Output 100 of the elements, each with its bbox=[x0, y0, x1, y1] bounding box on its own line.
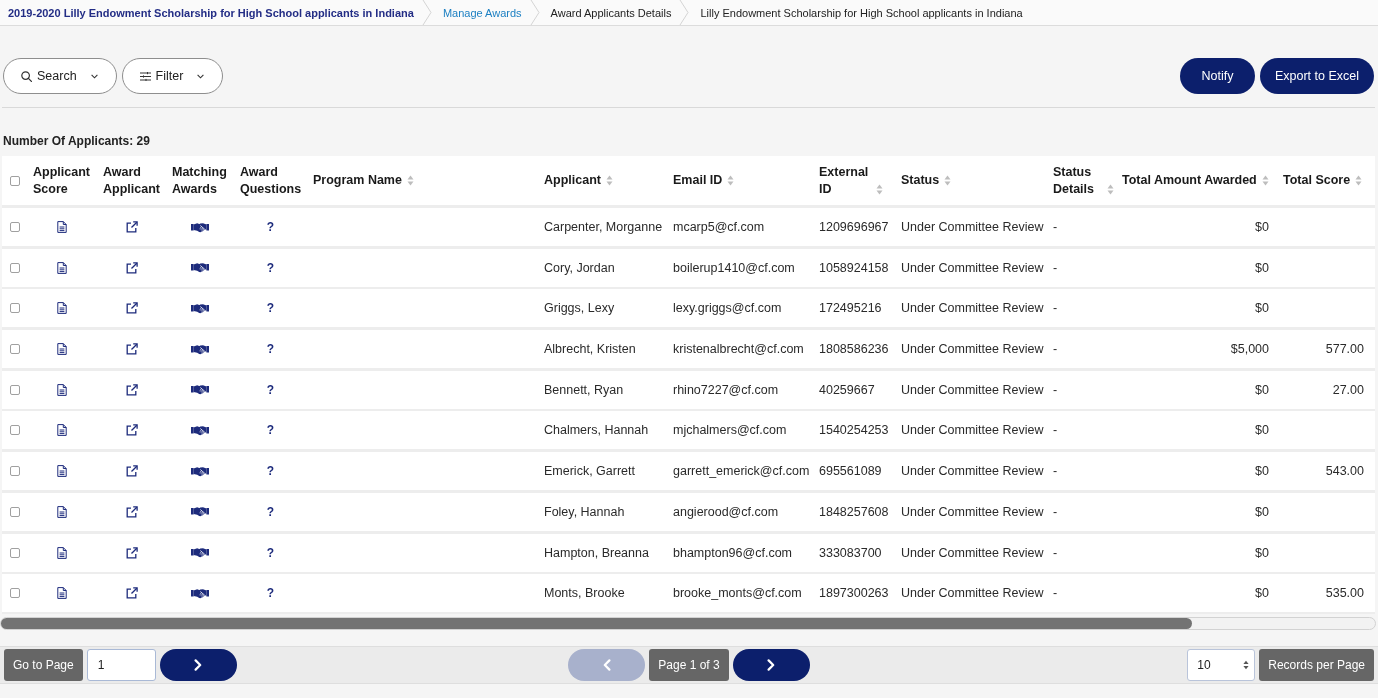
table-cell-text: Bennett, Ryan bbox=[543, 381, 625, 399]
handshake-icon[interactable] bbox=[191, 302, 209, 314]
external-link-icon[interactable] bbox=[125, 424, 138, 437]
breadcrumb-link[interactable]: 2019-2020 Lilly Endowment Scholarship for High School applicants in Indiana bbox=[8, 6, 414, 19]
table-cell-text: Monts, Brooke bbox=[543, 585, 626, 603]
table-cell-text: - bbox=[1052, 544, 1059, 562]
handshake-icon[interactable] bbox=[191, 384, 209, 396]
document-icon[interactable] bbox=[57, 546, 67, 559]
question-mark-link[interactable]: ? bbox=[266, 586, 275, 601]
row-checkbox[interactable] bbox=[10, 466, 20, 477]
go-button[interactable] bbox=[159, 649, 237, 682]
document-icon[interactable] bbox=[57, 221, 67, 233]
table-cell-text: $0 bbox=[1254, 259, 1270, 277]
next-page-button[interactable] bbox=[732, 649, 810, 682]
row-checkbox[interactable] bbox=[10, 588, 20, 599]
document-icon[interactable] bbox=[57, 587, 67, 600]
table-cell-text: 577.00 bbox=[1324, 341, 1365, 359]
question-mark-link[interactable]: ? bbox=[266, 260, 275, 275]
external-link-icon[interactable] bbox=[125, 587, 138, 600]
table-cell-text: Under Committee Review bbox=[900, 341, 1045, 359]
document-icon[interactable] bbox=[57, 424, 67, 437]
column-header: Applicant Score bbox=[33, 163, 91, 198]
table-cell-text: - bbox=[1052, 341, 1059, 359]
question-mark-link[interactable]: ? bbox=[266, 382, 275, 397]
question-mark-link[interactable]: ? bbox=[266, 504, 275, 519]
document-icon[interactable] bbox=[57, 343, 67, 356]
external-link-icon[interactable] bbox=[125, 546, 138, 559]
table-cell-text: angierood@cf.com bbox=[672, 503, 780, 521]
row-checkbox[interactable] bbox=[10, 425, 20, 436]
row-checkbox[interactable] bbox=[10, 547, 20, 558]
question-mark-link[interactable]: ? bbox=[266, 545, 275, 560]
column-header[interactable]: Status Details bbox=[1053, 163, 1102, 198]
handshake-icon[interactable] bbox=[191, 465, 209, 477]
column-header[interactable]: External ID bbox=[819, 163, 871, 198]
external-link-icon[interactable] bbox=[125, 343, 138, 356]
column-header[interactable]: Total Amount Awarded bbox=[1122, 172, 1257, 189]
external-link-icon[interactable] bbox=[125, 302, 138, 315]
document-icon[interactable] bbox=[57, 302, 67, 315]
records-per-page-select[interactable]: 10 bbox=[1187, 649, 1256, 682]
document-icon[interactable] bbox=[57, 261, 67, 274]
go-to-page-button[interactable]: Go to Page bbox=[4, 649, 83, 682]
table-cell-text: Under Committee Review bbox=[900, 259, 1045, 277]
table-cell-text: 1897300263 bbox=[818, 585, 890, 603]
handshake-icon[interactable] bbox=[191, 221, 209, 233]
external-link-icon[interactable] bbox=[125, 383, 138, 396]
row-checkbox[interactable] bbox=[10, 506, 20, 517]
table-cell-text: $0 bbox=[1254, 544, 1270, 562]
row-checkbox[interactable] bbox=[10, 303, 20, 314]
handshake-icon[interactable] bbox=[191, 506, 209, 518]
question-mark-link[interactable]: ? bbox=[266, 342, 275, 357]
table-cell-text: Griggs, Lexy bbox=[543, 300, 616, 318]
column-header[interactable]: Program Name bbox=[313, 172, 402, 189]
external-link-icon[interactable] bbox=[125, 505, 138, 518]
column-header[interactable]: Applicant bbox=[544, 172, 601, 189]
question-mark-link[interactable]: ? bbox=[266, 423, 275, 438]
row-checkbox[interactable] bbox=[10, 344, 20, 355]
handshake-icon[interactable] bbox=[191, 262, 209, 274]
table-cell-text: - bbox=[1052, 219, 1059, 236]
handshake-icon[interactable] bbox=[191, 424, 209, 436]
table-cell-text: Carpenter, Morganne bbox=[543, 219, 664, 236]
table-cell-text: - bbox=[1052, 463, 1059, 481]
table-cell-text: - bbox=[1052, 381, 1059, 399]
filter-button[interactable]: Filter bbox=[121, 58, 224, 94]
column-header: Award Applicant bbox=[103, 163, 161, 198]
chevron-left-icon bbox=[602, 659, 611, 672]
handshake-icon[interactable] bbox=[191, 343, 209, 355]
column-header[interactable]: Status bbox=[901, 172, 940, 189]
action-button[interactable]: Notify bbox=[1179, 58, 1255, 94]
records-per-page-button[interactable]: Records per Page bbox=[1259, 649, 1374, 682]
breadcrumb-link[interactable]: Manage Awards bbox=[442, 6, 522, 19]
document-icon[interactable] bbox=[57, 383, 67, 396]
column-header[interactable]: Total Score bbox=[1283, 172, 1351, 189]
question-mark-link[interactable]: ? bbox=[266, 464, 275, 479]
table-cell-text: - bbox=[1052, 422, 1059, 440]
select-all-checkbox[interactable] bbox=[10, 175, 20, 186]
table-cell-text: Under Committee Review bbox=[900, 585, 1045, 603]
row-checkbox[interactable] bbox=[10, 222, 20, 232]
handshake-icon[interactable] bbox=[191, 587, 209, 599]
table-cell-text: $0 bbox=[1254, 585, 1270, 603]
handshake-icon[interactable] bbox=[191, 547, 209, 558]
document-icon[interactable] bbox=[57, 505, 67, 518]
horizontal-scrollbar[interactable] bbox=[0, 617, 1376, 631]
table-cell-text: kristenalbrecht@cf.com bbox=[672, 341, 805, 359]
external-link-icon[interactable] bbox=[125, 261, 138, 274]
external-link-icon[interactable] bbox=[125, 221, 138, 233]
scrollbar-thumb[interactable] bbox=[1, 618, 1193, 630]
row-checkbox[interactable] bbox=[10, 262, 20, 273]
page-indicator: Page 1 of 3 bbox=[649, 649, 729, 682]
table-cell-text: 1209696967 bbox=[818, 219, 890, 236]
column-header[interactable]: Email ID bbox=[673, 172, 723, 189]
external-link-icon[interactable] bbox=[125, 465, 138, 478]
question-mark-link[interactable]: ? bbox=[266, 301, 275, 316]
question-mark-link[interactable]: ? bbox=[266, 220, 275, 234]
table-cell-text: 1848257608 bbox=[818, 503, 890, 521]
document-icon[interactable] bbox=[57, 465, 67, 478]
page-input[interactable]: 1 bbox=[86, 649, 156, 682]
search-button[interactable]: Search bbox=[3, 58, 117, 94]
action-button[interactable]: Export to Excel bbox=[1259, 58, 1374, 94]
table-cell-text: $0 bbox=[1254, 381, 1270, 399]
row-checkbox[interactable] bbox=[10, 384, 20, 395]
